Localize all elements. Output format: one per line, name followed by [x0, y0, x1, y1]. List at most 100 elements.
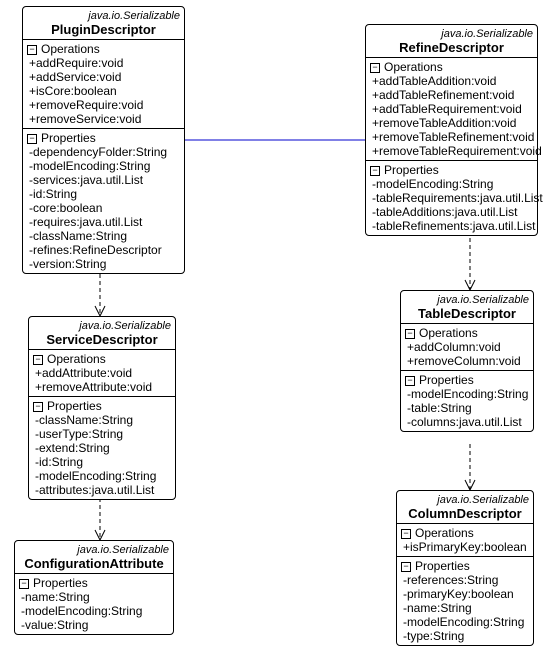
stereotype-label: java.io.Serializable — [370, 27, 533, 41]
stereotype-label: java.io.Serializable — [33, 319, 171, 333]
properties-header: Properties — [419, 373, 474, 387]
member: -tableRefinements:java.util.List — [370, 219, 533, 233]
member: +addAttribute:void — [33, 366, 171, 380]
class-header: java.io.Serializable ColumnDescriptor — [397, 491, 533, 524]
class-name: PluginDescriptor — [27, 23, 180, 37]
stereotype-label: java.io.Serializable — [19, 543, 169, 557]
properties-section: −Properties -modelEncoding:String -table… — [366, 161, 537, 235]
member: +addTableRefinement:void — [370, 88, 533, 102]
member: +removeTableRefinement:void — [370, 130, 533, 144]
member: -modelEncoding:String — [405, 387, 529, 401]
member: +removeColumn:void — [405, 354, 529, 368]
properties-section: −Properties -references:String -primaryK… — [397, 557, 533, 645]
member: -requires:java.util.List — [27, 215, 180, 229]
operations-section: −Operations +addColumn:void +removeColum… — [401, 324, 533, 371]
member: +addColumn:void — [405, 340, 529, 354]
operations-section: −Operations +isPrimaryKey:boolean — [397, 524, 533, 557]
properties-section: −Properties -className:String -userType:… — [29, 397, 175, 499]
class-name: ConfigurationAttribute — [19, 557, 169, 571]
class-name: ServiceDescriptor — [33, 333, 171, 347]
collapse-icon[interactable]: − — [401, 562, 411, 572]
properties-header: Properties — [41, 131, 96, 145]
member: +addService:void — [27, 70, 180, 84]
member: -version:String — [27, 257, 180, 271]
operations-header: Operations — [47, 352, 106, 366]
member: -tableAdditions:java.util.List — [370, 205, 533, 219]
member: -extend:String — [33, 441, 171, 455]
member: +isPrimaryKey:boolean — [401, 540, 529, 554]
member: -className:String — [33, 413, 171, 427]
class-table-descriptor: java.io.Serializable TableDescriptor −Op… — [400, 290, 534, 432]
operations-header: Operations — [415, 526, 474, 540]
member: +removeService:void — [27, 112, 180, 126]
collapse-icon[interactable]: − — [405, 376, 415, 386]
class-header: java.io.Serializable ServiceDescriptor — [29, 317, 175, 350]
class-refine-descriptor: java.io.Serializable RefineDescriptor −O… — [365, 24, 538, 236]
member: -references:String — [401, 573, 529, 587]
properties-header: Properties — [415, 559, 470, 573]
member: -className:String — [27, 229, 180, 243]
member: -attributes:java.util.List — [33, 483, 171, 497]
properties-section: −Properties -modelEncoding:String -table… — [401, 371, 533, 431]
member: -name:String — [19, 590, 169, 604]
member: +addTableRequirement:void — [370, 102, 533, 116]
operations-section: −Operations +addRequire:void +addService… — [23, 40, 184, 129]
member: +addTableAddition:void — [370, 74, 533, 88]
operations-header: Operations — [419, 326, 478, 340]
member: -core:boolean — [27, 201, 180, 215]
collapse-icon[interactable]: − — [27, 134, 37, 144]
member: -modelEncoding:String — [370, 177, 533, 191]
member: -table:String — [405, 401, 529, 415]
operations-header: Operations — [41, 42, 100, 56]
member: +isCore:boolean — [27, 84, 180, 98]
properties-header: Properties — [33, 576, 88, 590]
class-service-descriptor: java.io.Serializable ServiceDescriptor −… — [28, 316, 176, 500]
member: +removeRequire:void — [27, 98, 180, 112]
operations-section: −Operations +addAttribute:void +removeAt… — [29, 350, 175, 397]
member: -modelEncoding:String — [33, 469, 171, 483]
properties-header: Properties — [384, 163, 439, 177]
member: +removeAttribute:void — [33, 380, 171, 394]
class-header: java.io.Serializable TableDescriptor — [401, 291, 533, 324]
collapse-icon[interactable]: − — [19, 579, 29, 589]
collapse-icon[interactable]: − — [370, 63, 380, 73]
member: -refines:RefineDescriptor — [27, 243, 180, 257]
class-header: java.io.Serializable PluginDescriptor — [23, 7, 184, 40]
collapse-icon[interactable]: − — [33, 355, 43, 365]
member: -primaryKey:boolean — [401, 587, 529, 601]
member: -id:String — [27, 187, 180, 201]
collapse-icon[interactable]: − — [405, 329, 415, 339]
member: -modelEncoding:String — [27, 159, 180, 173]
collapse-icon[interactable]: − — [27, 45, 37, 55]
member: +removeTableRequirement:void — [370, 144, 533, 158]
properties-header: Properties — [47, 399, 102, 413]
member: -modelEncoding:String — [19, 604, 169, 618]
member: -modelEncoding:String — [401, 615, 529, 629]
operations-section: −Operations +addTableAddition:void +addT… — [366, 58, 537, 161]
stereotype-label: java.io.Serializable — [401, 493, 529, 507]
collapse-icon[interactable]: − — [401, 529, 411, 539]
member: -type:String — [401, 629, 529, 643]
member: -value:String — [19, 618, 169, 632]
member: -tableRequirements:java.util.List — [370, 191, 533, 205]
class-header: java.io.Serializable RefineDescriptor — [366, 25, 537, 58]
member: +addRequire:void — [27, 56, 180, 70]
class-name: TableDescriptor — [405, 307, 529, 321]
member: -id:String — [33, 455, 171, 469]
class-name: RefineDescriptor — [370, 41, 533, 55]
operations-header: Operations — [384, 60, 443, 74]
collapse-icon[interactable]: − — [370, 166, 380, 176]
collapse-icon[interactable]: − — [33, 402, 43, 412]
stereotype-label: java.io.Serializable — [405, 293, 529, 307]
class-column-descriptor: java.io.Serializable ColumnDescriptor −O… — [396, 490, 534, 646]
member: +removeTableAddition:void — [370, 116, 533, 130]
properties-section: −Properties -dependencyFolder:String -mo… — [23, 129, 184, 273]
class-header: java.io.Serializable ConfigurationAttrib… — [15, 541, 173, 574]
member: -services:java.util.List — [27, 173, 180, 187]
class-name: ColumnDescriptor — [401, 507, 529, 521]
class-configuration-attribute: java.io.Serializable ConfigurationAttrib… — [14, 540, 174, 635]
stereotype-label: java.io.Serializable — [27, 9, 180, 23]
properties-section: −Properties -name:String -modelEncoding:… — [15, 574, 173, 634]
class-plugin-descriptor: java.io.Serializable PluginDescriptor −O… — [22, 6, 185, 274]
member: -name:String — [401, 601, 529, 615]
